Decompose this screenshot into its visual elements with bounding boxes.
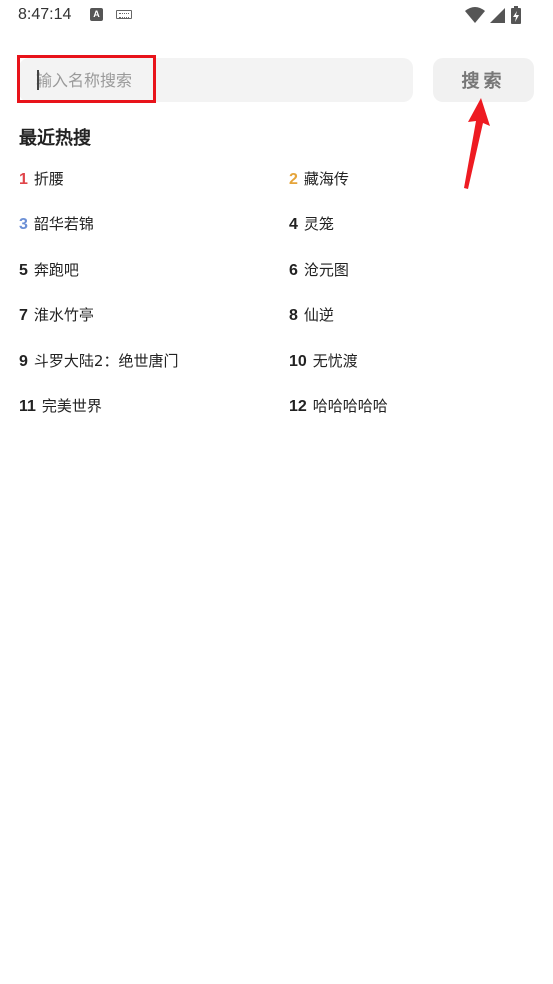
- hot-search-item[interactable]: 1 折腰: [19, 167, 64, 191]
- hot-search-rank: 4: [289, 216, 298, 233]
- status-time: 8:47:14: [18, 6, 72, 23]
- hot-search-name: 灵笼: [303, 215, 334, 233]
- hot-search-name: 折腰: [33, 170, 64, 188]
- status-bar: 8:47:14 A: [0, 0, 553, 32]
- hot-search-rank: 2: [289, 171, 298, 188]
- hot-search-item[interactable]: 5 奔跑吧: [19, 258, 79, 282]
- hot-search-name: 韶华若锦: [33, 215, 94, 233]
- a-notification-icon: A: [90, 8, 103, 21]
- hot-search-item[interactable]: 9 斗罗大陆2：绝世唐门: [19, 349, 178, 373]
- hot-search-rank: 7: [19, 307, 28, 324]
- keyboard-icon: [116, 10, 132, 19]
- hot-search-name: 斗罗大陆2：绝世唐门: [33, 352, 179, 370]
- annotation-highlight-box: [17, 55, 156, 103]
- status-icons: [465, 6, 535, 26]
- hot-search-item[interactable]: 11 完美世界: [19, 394, 102, 418]
- hot-search-item[interactable]: 6 沧元图: [289, 258, 349, 282]
- hot-search-item[interactable]: 3 韶华若锦: [19, 212, 94, 236]
- hot-search-name: 沧元图: [303, 261, 349, 279]
- hot-search-item[interactable]: 12 哈哈哈哈哈: [289, 394, 388, 418]
- wifi-icon: [465, 7, 485, 23]
- signal-icon: [490, 8, 505, 23]
- hot-search-rank: 11: [19, 398, 36, 415]
- hot-search-rank: 9: [19, 353, 28, 370]
- hot-search-name: 哈哈哈哈哈: [312, 397, 388, 415]
- hot-search-item[interactable]: 10 无忧渡: [289, 349, 358, 373]
- hot-search-rank: 8: [289, 307, 298, 324]
- hot-search-item[interactable]: 8 仙逆: [289, 303, 334, 327]
- hot-search-rank: 1: [19, 171, 28, 188]
- hot-search-name: 仙逆: [303, 306, 334, 324]
- hot-search-name: 无忧渡: [312, 352, 358, 370]
- annotation-arrow-icon: [464, 98, 490, 189]
- hot-search-item[interactable]: 4 灵笼: [289, 212, 334, 236]
- hot-search-item[interactable]: 7 淮水竹亭: [19, 303, 94, 327]
- hot-search-rank: 6: [289, 262, 298, 279]
- hot-search-name: 完美世界: [41, 397, 102, 415]
- hot-search-item[interactable]: 2 藏海传: [289, 167, 349, 191]
- hot-search-rank: 10: [289, 353, 307, 370]
- hot-search-name: 奔跑吧: [33, 261, 79, 279]
- hot-search-rank: 3: [19, 216, 28, 233]
- hot-search-rank: 12: [289, 398, 307, 415]
- hot-search-rank: 5: [19, 262, 28, 279]
- hot-search-name: 藏海传: [303, 170, 349, 188]
- hot-search-name: 淮水竹亭: [33, 306, 94, 324]
- hot-search-title: 最近热搜: [19, 128, 91, 149]
- battery-charging-icon: [511, 6, 521, 24]
